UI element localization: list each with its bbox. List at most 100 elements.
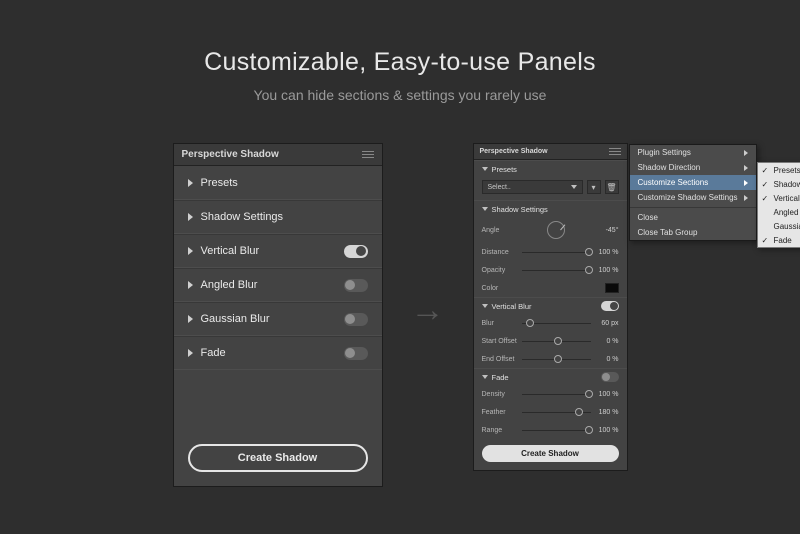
submenu-arrow-icon: [744, 195, 748, 201]
slider-value[interactable]: 100 %: [591, 249, 619, 256]
section-vertical-blur[interactable]: Vertical Blur: [474, 297, 627, 314]
slider-label: Opacity: [482, 267, 522, 274]
section-row[interactable]: Fade: [174, 336, 382, 370]
distance-slider[interactable]: [522, 252, 591, 253]
page-title: Customizable, Easy-to-use Panels: [0, 48, 800, 77]
flyout-menu: Plugin Settings Shadow Direction Customize…: [629, 144, 757, 241]
menu-item[interactable]: Close Tab Group: [630, 225, 756, 240]
slider-value[interactable]: 0 %: [591, 338, 619, 345]
menu-item-label: Close: [638, 213, 658, 222]
chevron-down-icon: [482, 207, 488, 211]
range-slider[interactable]: [522, 430, 591, 431]
save-preset-icon[interactable]: ▾: [587, 180, 601, 194]
fade-toggle[interactable]: [601, 372, 619, 382]
chevron-right-icon: [188, 247, 193, 255]
end-offset-slider[interactable]: [522, 359, 591, 360]
menu-item[interactable]: Plugin Settings: [630, 145, 756, 160]
panel-titlebar: Perspective Shadow: [174, 144, 382, 166]
menu-item[interactable]: Shadow Direction: [630, 160, 756, 175]
opacity-slider[interactable]: [522, 270, 591, 271]
flyout-menu-icon[interactable]: [609, 148, 621, 155]
menu-item[interactable]: Customize Sections: [630, 175, 756, 190]
section-row[interactable]: Presets: [174, 166, 382, 200]
angle-dial[interactable]: [547, 221, 565, 239]
submenu-arrow-icon: [744, 150, 748, 156]
menu-item-label: Customize Shadow Settings: [638, 193, 738, 202]
section-row[interactable]: Vertical Blur: [174, 234, 382, 268]
section-row[interactable]: Angled Blur: [174, 268, 382, 302]
chevron-right-icon: [188, 349, 193, 357]
color-row: Color: [474, 279, 627, 297]
slider-label: Distance: [482, 249, 522, 256]
preset-select[interactable]: Select..: [482, 180, 583, 194]
submenu-item[interactable]: Vertical Blur: [758, 191, 800, 205]
submenu-item[interactable]: Shadow Settings: [758, 177, 800, 191]
slider-label: Density: [482, 391, 522, 398]
blur-slider[interactable]: [522, 323, 591, 324]
section-label: Angled Blur: [201, 279, 258, 291]
section-presets[interactable]: Presets: [474, 160, 627, 177]
panel-title: Perspective Shadow: [480, 148, 548, 155]
vertical-blur-toggle[interactable]: [601, 301, 619, 311]
page-subtitle: You can hide sections & settings you rar…: [0, 87, 800, 103]
feather-slider[interactable]: [522, 412, 591, 413]
slider-label: Feather: [482, 409, 522, 416]
arrow-icon: →: [411, 291, 445, 330]
slider-value[interactable]: 100 %: [591, 267, 619, 274]
distance-slider-row: Distance 100 %: [474, 243, 627, 261]
start-offset-slider[interactable]: [522, 341, 591, 342]
section-toggle[interactable]: [344, 313, 368, 326]
section-label: Presets: [201, 177, 238, 189]
section-label: Fade: [492, 373, 509, 382]
submenu-arrow-icon: [744, 165, 748, 171]
chevron-right-icon: [188, 281, 193, 289]
submenu-item[interactable]: Presets: [758, 163, 800, 177]
section-toggle[interactable]: [344, 279, 368, 292]
submenu-item[interactable]: Angled Blur: [758, 205, 800, 219]
menu-item[interactable]: Close: [630, 210, 756, 225]
slider-label: Start Offset: [482, 338, 522, 345]
angle-value[interactable]: -45°: [591, 227, 619, 234]
section-label: Fade: [201, 347, 226, 359]
section-label: Shadow Settings: [492, 205, 548, 214]
delete-preset-icon[interactable]: 🗑: [605, 180, 619, 194]
section-row[interactable]: Shadow Settings: [174, 200, 382, 234]
chevron-down-icon: [571, 185, 577, 189]
menu-item-label: Shadow Direction: [638, 163, 701, 172]
section-row[interactable]: Gaussian Blur: [174, 302, 382, 336]
section-label: Shadow Settings: [201, 211, 284, 223]
customize-sections-submenu: PresetsShadow SettingsVertical BlurAngle…: [757, 162, 800, 248]
section-toggle[interactable]: [344, 245, 368, 258]
submenu-item[interactable]: Fade: [758, 233, 800, 247]
section-fade[interactable]: Fade: [474, 368, 627, 385]
menu-item[interactable]: Customize Shadow Settings: [630, 190, 756, 205]
density-slider[interactable]: [522, 394, 591, 395]
headline-block: Customizable, Easy-to-use Panels You can…: [0, 0, 800, 103]
chevron-down-icon: [482, 167, 488, 171]
create-shadow-button[interactable]: Create Shadow: [482, 445, 619, 462]
create-shadow-button[interactable]: Create Shadow: [188, 444, 368, 472]
section-label: Presets: [492, 165, 517, 174]
submenu-item[interactable]: Gaussian Blur: [758, 219, 800, 233]
chevron-right-icon: [188, 315, 193, 323]
slider-value[interactable]: 100 %: [591, 427, 619, 434]
color-swatch[interactable]: [605, 283, 619, 293]
slider-value[interactable]: 180 %: [591, 409, 619, 416]
slider-label: Range: [482, 427, 522, 434]
submenu-arrow-icon: [744, 180, 748, 186]
slider-value[interactable]: 0 %: [591, 356, 619, 363]
slider-label: End Offset: [482, 356, 522, 363]
slider-label: Blur: [482, 320, 522, 327]
flyout-menu-icon[interactable]: [362, 151, 374, 158]
chevron-down-icon: [482, 375, 488, 379]
menu-item-label: Customize Sections: [638, 178, 709, 187]
slider-value[interactable]: 100 %: [591, 391, 619, 398]
panel-expanded: Perspective Shadow Presets Select.. ▾ 🗑 …: [473, 143, 628, 471]
slider-value[interactable]: 60 px: [591, 320, 619, 327]
section-label: Gaussian Blur: [201, 313, 270, 325]
chevron-right-icon: [188, 179, 193, 187]
section-shadow-settings[interactable]: Shadow Settings: [474, 200, 627, 217]
chevron-down-icon: [482, 304, 488, 308]
section-toggle[interactable]: [344, 347, 368, 360]
section-label: Vertical Blur: [492, 302, 532, 311]
